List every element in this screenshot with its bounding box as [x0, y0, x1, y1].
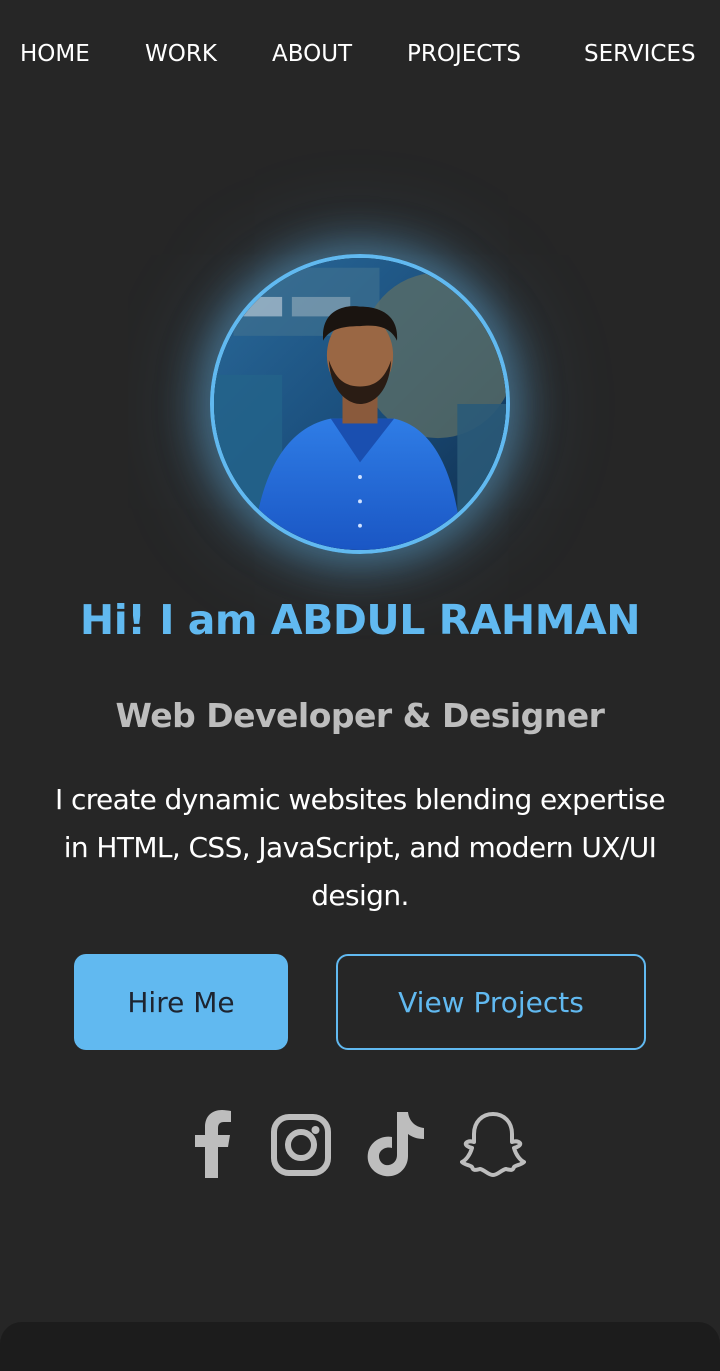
nav-about[interactable]: ABOUT: [272, 36, 352, 72]
nav-services[interactable]: SERVICES: [584, 36, 696, 72]
view-projects-button[interactable]: View Projects: [336, 954, 646, 1050]
hero-role: Web Developer & Designer: [115, 696, 605, 735]
instagram-icon[interactable]: [270, 1110, 332, 1180]
next-section-card: [0, 1322, 720, 1371]
top-nav: HOME WORK ABOUT PROJECTS SERVICES: [0, 36, 720, 76]
tiktok-icon[interactable]: [364, 1110, 426, 1180]
profile-photo: [214, 258, 506, 550]
nav-work[interactable]: WORK: [145, 36, 217, 72]
hero-headline: Hi! I am ABDUL RAHMAN: [79, 596, 641, 644]
nav-projects[interactable]: PROJECTS: [407, 36, 521, 72]
portfolio-page: HOME WORK ABOUT PROJECTS SERVICES Hi! I …: [0, 0, 720, 1371]
avatar: [210, 254, 510, 554]
facebook-icon[interactable]: [192, 1110, 238, 1180]
nav-home[interactable]: HOME: [20, 36, 90, 72]
snapchat-icon[interactable]: [460, 1110, 526, 1180]
hero-description: I create dynamic websites blending exper…: [55, 783, 666, 912]
hire-me-button[interactable]: Hire Me: [74, 954, 288, 1050]
